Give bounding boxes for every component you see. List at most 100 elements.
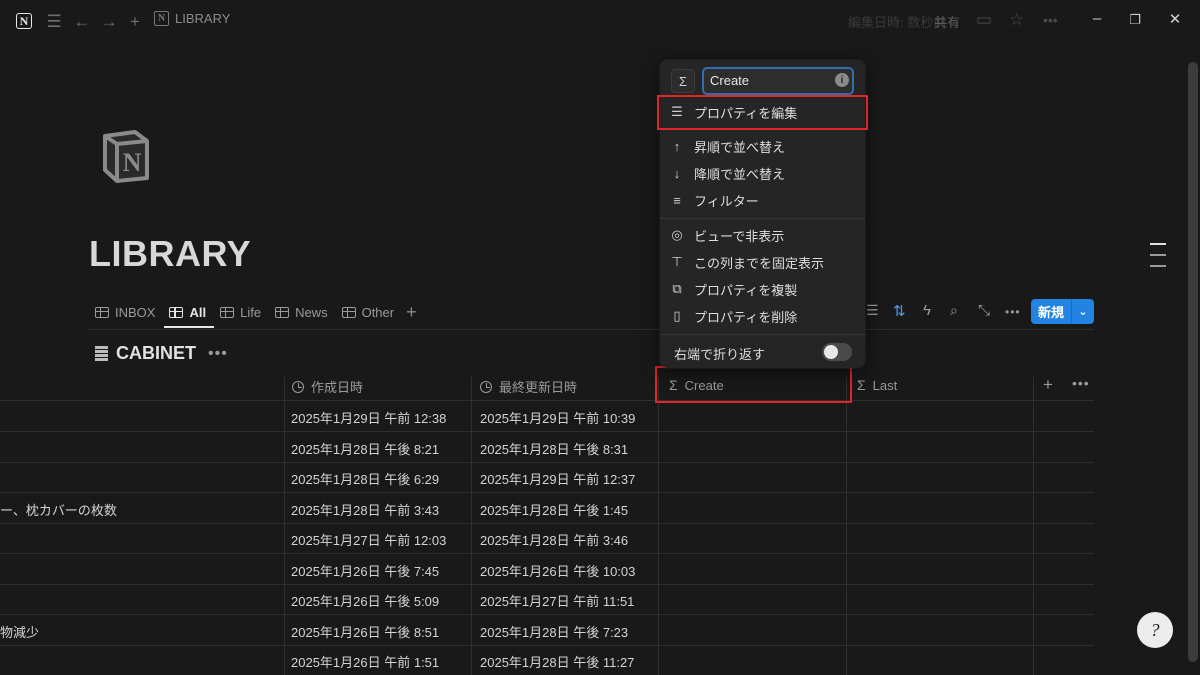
cell-updated[interactable]: 2025年1月28日 午後 1:45	[480, 500, 628, 519]
cell-name[interactable]: ー、枕カバーの枚数	[0, 500, 117, 519]
sidebar-menu-icon[interactable]: ☰	[44, 11, 64, 31]
cell-name[interactable]: 物減少	[0, 622, 39, 641]
search-icon[interactable]: ⌕	[950, 302, 958, 319]
cell-updated[interactable]: 2025年1月28日 午後 11:27	[480, 652, 634, 671]
menu-divider	[660, 218, 865, 219]
cell-created[interactable]: 2025年1月26日 午後 7:45	[291, 561, 439, 580]
tab-news[interactable]: News	[275, 305, 328, 320]
new-page-plus-icon[interactable]: +	[125, 11, 145, 31]
column-header-updated[interactable]: 最終更新日時	[480, 377, 577, 396]
back-arrow-icon[interactable]: ←	[72, 11, 92, 31]
automation-bolt-icon[interactable]: ϟ	[923, 302, 931, 319]
cell-updated[interactable]: 2025年1月28日 午前 3:46	[480, 530, 628, 549]
table-row[interactable]: 2025年1月28日 午後 8:21 2025年1月28日 午後 8:31	[0, 432, 1094, 463]
cell-created[interactable]: 2025年1月28日 午後 8:21	[291, 439, 439, 458]
table-icon	[220, 306, 235, 318]
add-view-plus-icon[interactable]: +	[406, 302, 417, 323]
restore-icon[interactable]: ❐	[1125, 12, 1145, 28]
table-row[interactable]: 2025年1月27日 午前 12:03 2025年1月28日 午前 3:46	[0, 523, 1094, 554]
cell-created[interactable]: 2025年1月26日 午後 5:09	[291, 591, 439, 610]
add-column-plus-icon[interactable]: +	[1043, 375, 1053, 395]
table-row[interactable]: 2025年1月29日 午前 12:38 2025年1月29日 午前 10:39	[0, 401, 1094, 432]
active-tab-underline	[164, 326, 214, 328]
notion-page-icon[interactable]: N	[97, 126, 155, 184]
table-row[interactable]: 2025年1月28日 午後 6:29 2025年1月29日 午前 12:37	[0, 462, 1094, 493]
duplicate-icon: ⧉	[672, 281, 682, 296]
minimize-icon[interactable]: –	[1087, 10, 1107, 27]
scroll-thumb[interactable]	[1188, 62, 1198, 662]
new-button[interactable]: 新規 ⌄	[1031, 299, 1094, 324]
cell-created[interactable]: 2025年1月26日 午後 8:51	[291, 622, 439, 641]
cell-updated[interactable]: 2025年1月28日 午後 7:23	[480, 622, 628, 641]
column-label: 最終更新日時	[499, 380, 578, 395]
menu-item-hide-in-view[interactable]: ◎ ビューで非表示	[660, 222, 865, 248]
cell-updated[interactable]: 2025年1月26日 午後 10:03	[480, 561, 635, 580]
svg-text:N: N	[123, 148, 142, 177]
tab-life[interactable]: Life	[220, 305, 261, 320]
column-more-icon[interactable]: •••	[1072, 375, 1090, 391]
chevron-down-icon[interactable]: ⌄	[1072, 305, 1094, 318]
table-row[interactable]: 2025年1月26日 午後 5:09 2025年1月27日 午前 11:51	[0, 584, 1094, 615]
tab-all[interactable]: All	[169, 305, 206, 320]
column-header-created[interactable]: 作成日時	[292, 377, 363, 396]
create-column-highlight	[655, 366, 852, 403]
info-icon[interactable]: i	[835, 73, 849, 87]
pin-icon: ⊤	[671, 254, 683, 269]
menu-item-label: ビューで非表示	[694, 228, 785, 244]
cell-created[interactable]: 2025年1月28日 午前 3:43	[291, 500, 439, 519]
menu-item-sort-descending[interactable]: ↓ 降順で並べ替え	[660, 160, 865, 186]
trash-icon: ▯	[673, 308, 681, 323]
menu-item-label: プロパティを削除	[694, 309, 798, 325]
menu-item-label: フィルター	[694, 193, 759, 209]
column-header-last[interactable]: Σ Last	[857, 377, 897, 393]
cell-updated[interactable]: 2025年1月28日 午後 8:31	[480, 439, 628, 458]
database-title: CABINET •••	[95, 343, 228, 364]
notion-logo-icon[interactable]: N	[14, 11, 34, 31]
menu-item-sort-ascending[interactable]: ↑ 昇順で並べ替え	[660, 133, 865, 159]
tab-label: All	[189, 304, 207, 320]
help-button[interactable]: ?	[1137, 612, 1173, 648]
view-tabs: INBOX All Life News Other +	[95, 300, 417, 324]
view-more-icon[interactable]: •••	[1005, 305, 1021, 319]
menu-item-freeze-column[interactable]: ⊤ この列までを固定表示	[660, 249, 865, 275]
menu-item-delete-property[interactable]: ▯ プロパティを削除	[660, 303, 865, 329]
table-row[interactable]: 2025年1月26日 午後 7:45 2025年1月26日 午後 10:03	[0, 554, 1094, 585]
tab-inbox[interactable]: INBOX	[95, 305, 155, 320]
share-button[interactable]: 共有	[934, 12, 960, 31]
menu-item-label: 降順で並べ替え	[694, 166, 786, 182]
table-of-contents[interactable]	[1150, 243, 1166, 276]
cell-created[interactable]: 2025年1月28日 午後 6:29	[291, 469, 439, 488]
clock-icon	[480, 380, 492, 393]
table-row[interactable]: 2025年1月26日 午前 1:51 2025年1月28日 午後 11:27	[0, 645, 1094, 675]
cell-created[interactable]: 2025年1月29日 午前 12:38	[291, 408, 446, 427]
scrollbar[interactable]	[1186, 60, 1200, 675]
table-row[interactable]: 物減少 2025年1月26日 午後 8:51 2025年1月28日 午後 7:2…	[0, 615, 1094, 646]
property-type-sigma-icon[interactable]: Σ	[671, 69, 695, 93]
database-more-icon[interactable]: •••	[208, 345, 228, 363]
sort-icon[interactable]: ⇅	[893, 302, 906, 320]
close-icon[interactable]: ✕	[1165, 10, 1185, 28]
table-row[interactable]: ー、枕カバーの枚数 2025年1月28日 午前 3:43 2025年1月28日 …	[0, 493, 1094, 524]
wrap-text-toggle[interactable]	[822, 343, 852, 361]
cell-created[interactable]: 2025年1月27日 午前 12:03	[291, 530, 446, 549]
breadcrumb[interactable]: N LIBRARY	[154, 11, 230, 26]
new-button-label: 新規	[1037, 305, 1064, 320]
cell-updated[interactable]: 2025年1月29日 午前 12:37	[480, 469, 635, 488]
property-name-input[interactable]: Create	[702, 67, 854, 95]
menu-item-filter[interactable]: ≡ フィルター	[660, 187, 865, 213]
more-options-icon[interactable]: •••	[1043, 12, 1058, 28]
menu-item-duplicate-property[interactable]: ⧉ プロパティを複製	[660, 276, 865, 302]
star-icon[interactable]: ☆	[1009, 10, 1024, 30]
cell-created[interactable]: 2025年1月26日 午前 1:51	[291, 652, 439, 671]
arrow-down-icon: ↓	[673, 165, 681, 181]
forward-arrow-icon[interactable]: →	[99, 11, 119, 31]
comment-icon[interactable]: ▭	[976, 10, 992, 30]
expand-icon[interactable]: ⤡	[978, 302, 990, 319]
table-icon	[275, 306, 290, 318]
cell-updated[interactable]: 2025年1月29日 午前 10:39	[480, 408, 635, 427]
cell-updated[interactable]: 2025年1月27日 午前 11:51	[480, 591, 634, 610]
tab-other[interactable]: Other	[341, 305, 394, 320]
page-title[interactable]: LIBRARY	[89, 233, 251, 275]
database-name[interactable]: CABINET	[116, 343, 196, 364]
filter-icon[interactable]: ☰	[866, 302, 879, 319]
